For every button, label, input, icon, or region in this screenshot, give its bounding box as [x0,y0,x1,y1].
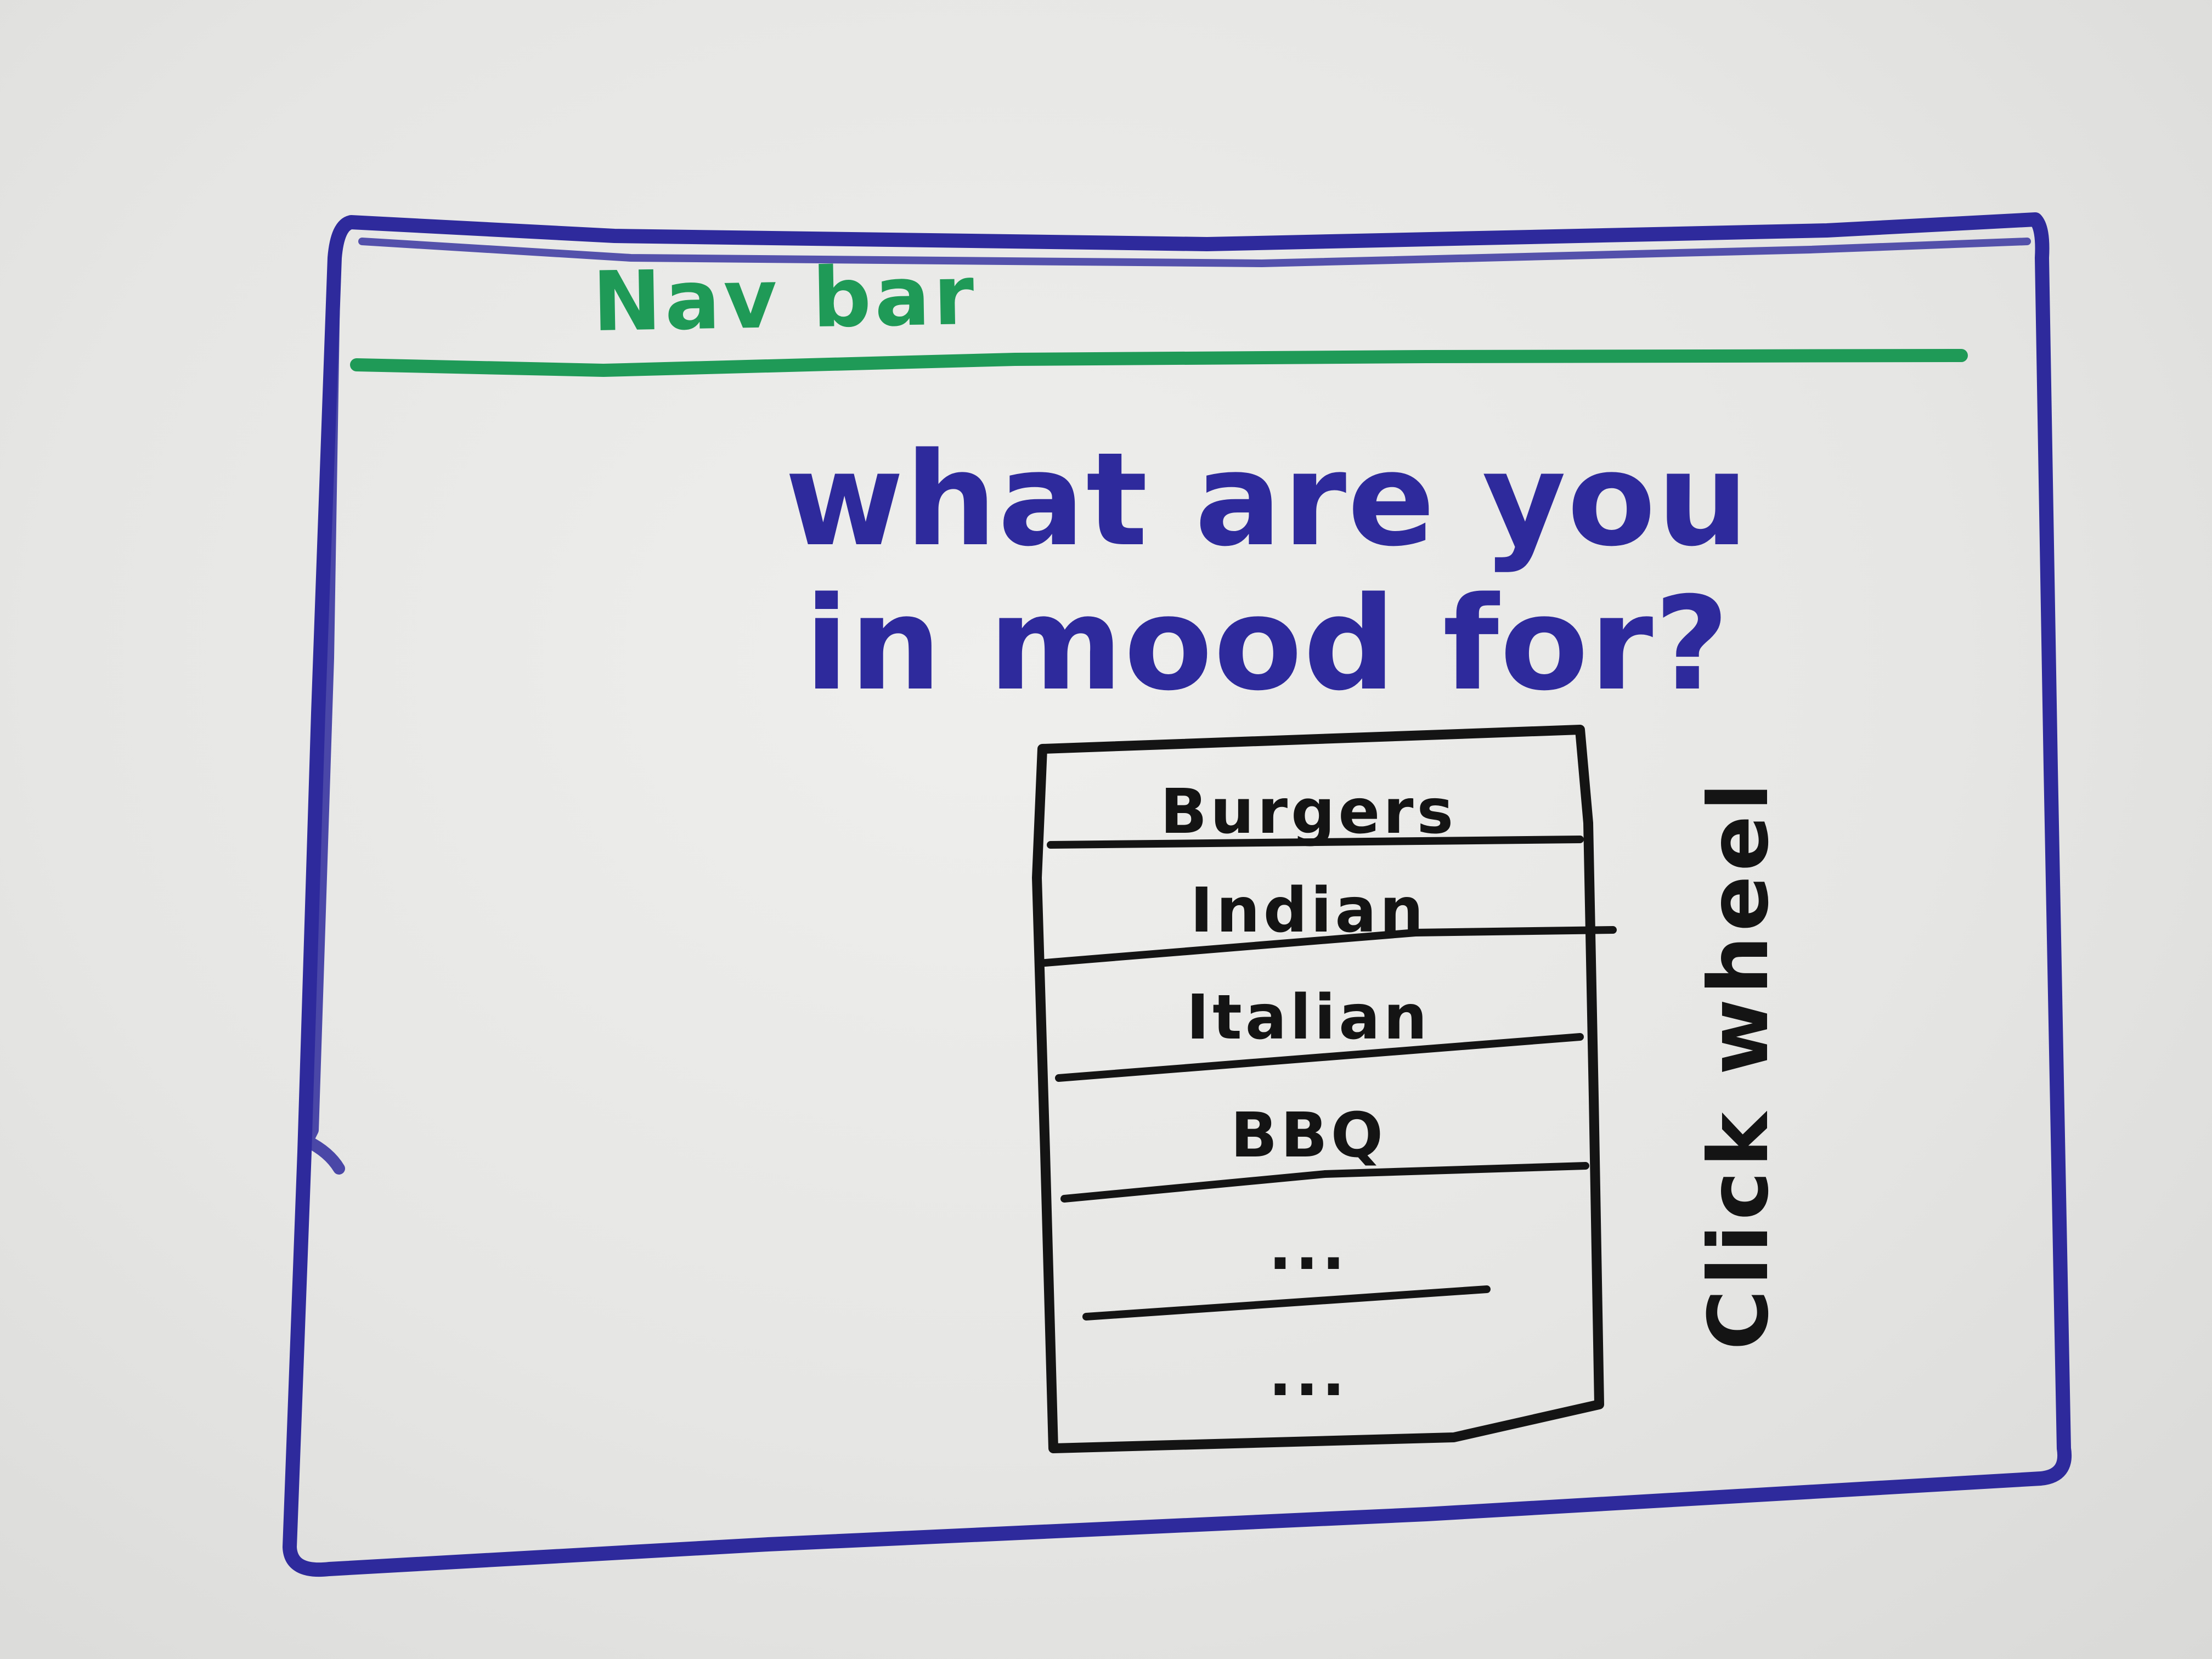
click-wheel-label: Click wheel [1691,778,1787,1351]
click-wheel-divider-5 [1082,1285,1491,1321]
wheel-item-bbq[interactable]: BBQ [1075,1100,1542,1171]
wheel-item-italian[interactable]: Italian [1075,982,1542,1053]
wheel-item-more-2[interactable]: ... [1075,1339,1542,1410]
page-heading: what are you in mood for? [785,425,1750,720]
wheel-item-more-1[interactable]: ... [1075,1212,1542,1284]
wheel-item-burgers[interactable]: Burgers [1075,776,1542,848]
navbar-label: Nav bar [591,247,978,351]
wheel-item-indian[interactable]: Indian [1075,875,1542,946]
navbar-divider [350,349,1968,377]
